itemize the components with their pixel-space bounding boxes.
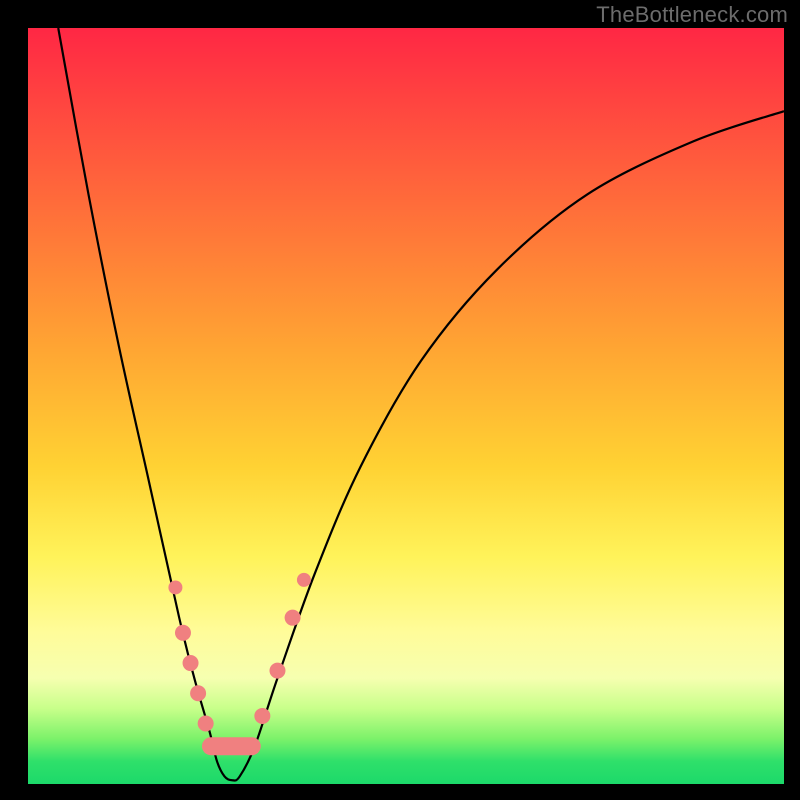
marker-dot xyxy=(198,716,214,732)
curve-layer xyxy=(28,28,784,784)
marker-dot xyxy=(168,580,182,594)
marker-dot xyxy=(183,655,199,671)
marker-group xyxy=(168,573,311,746)
marker-dot xyxy=(285,610,301,626)
chart-frame: TheBottleneck.com xyxy=(0,0,800,800)
marker-dot xyxy=(254,708,270,724)
marker-dot xyxy=(175,625,191,641)
plot-area xyxy=(28,28,784,784)
marker-dot xyxy=(190,685,206,701)
watermark-text: TheBottleneck.com xyxy=(596,2,788,28)
bottleneck-curve xyxy=(58,28,784,781)
marker-dot xyxy=(297,573,311,587)
marker-dot xyxy=(269,663,285,679)
